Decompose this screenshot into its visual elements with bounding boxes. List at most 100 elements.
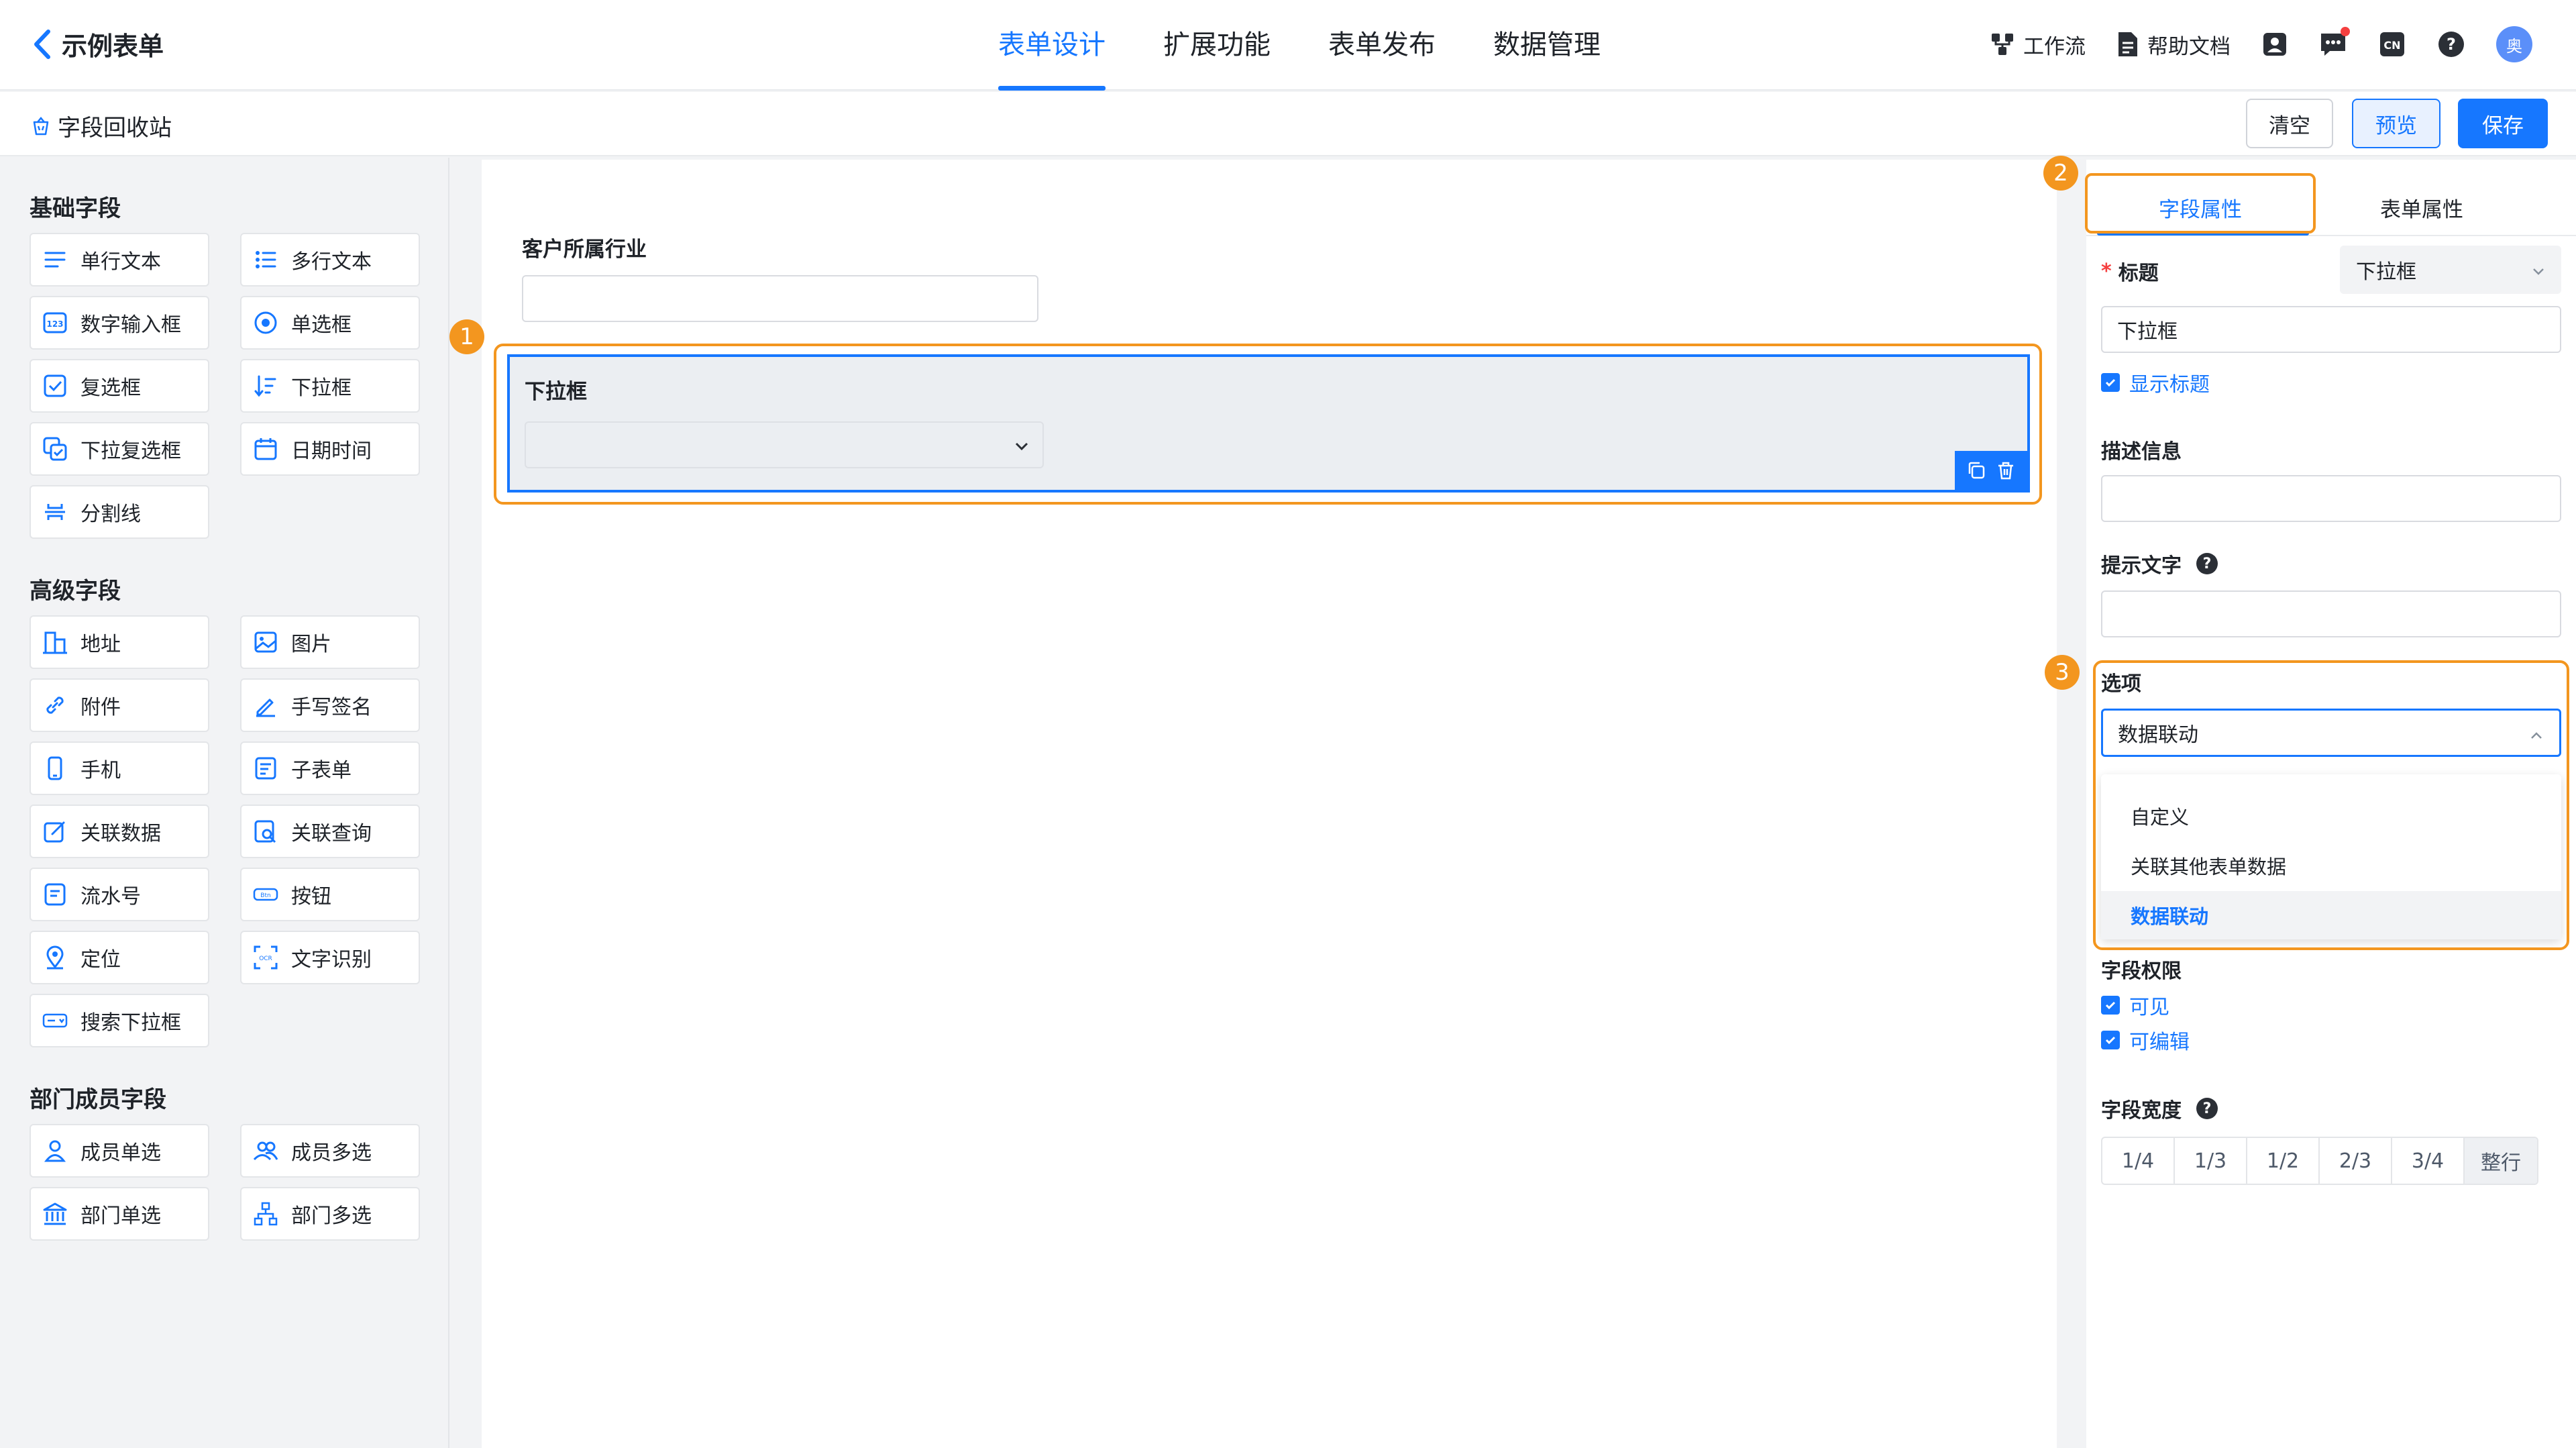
field-single-line-text[interactable]: 单行文本 bbox=[30, 233, 209, 287]
member-fields-title: 部门成员字段 bbox=[30, 1086, 166, 1113]
tab-publish[interactable]: 表单发布 bbox=[1328, 0, 1436, 91]
clear-button[interactable]: 清空 bbox=[2246, 99, 2333, 148]
field-image[interactable]: 图片 bbox=[240, 615, 420, 669]
field-member-multi[interactable]: 成员多选 bbox=[240, 1124, 420, 1178]
field-label: 成员多选 bbox=[291, 1141, 372, 1165]
tab-data-management[interactable]: 数据管理 bbox=[1493, 0, 1601, 91]
user-avatar[interactable]: 奥 bbox=[2496, 26, 2532, 62]
show-title-label: 显示标题 bbox=[2129, 373, 2210, 397]
tab-form-design[interactable]: 表单设计 bbox=[998, 0, 1106, 91]
field-checkbox[interactable]: 复选框 bbox=[30, 359, 209, 413]
svg-text:123: 123 bbox=[46, 319, 63, 329]
field-dropdown-checkbox[interactable]: 下拉复选框 bbox=[30, 422, 209, 476]
field-label: 按钮 bbox=[291, 885, 331, 909]
svg-text:?: ? bbox=[2447, 35, 2456, 54]
field-industry-input[interactable] bbox=[522, 275, 1038, 322]
field-label: 手写签名 bbox=[291, 696, 372, 719]
svg-text:OCR: OCR bbox=[259, 955, 272, 962]
width-option-2-3[interactable]: 2/3 bbox=[2320, 1138, 2392, 1184]
bullet-list-icon bbox=[256, 251, 276, 268]
callout-badge-3: 3 bbox=[2045, 655, 2080, 690]
field-datetime[interactable]: 日期时间 bbox=[240, 422, 420, 476]
field-department-multi[interactable]: 部门多选 bbox=[240, 1187, 420, 1241]
width-option-3-4[interactable]: 3/4 bbox=[2392, 1138, 2465, 1184]
field-label: 手机 bbox=[80, 759, 121, 782]
field-type-select[interactable]: 下拉框 bbox=[2340, 246, 2561, 294]
width-option-full-row[interactable]: 整行 bbox=[2465, 1138, 2537, 1184]
editable-checkbox[interactable]: 可编辑 bbox=[2101, 1025, 2190, 1055]
description-input[interactable] bbox=[2101, 475, 2561, 522]
contacts-button[interactable] bbox=[2261, 31, 2288, 58]
hint-input[interactable] bbox=[2101, 590, 2561, 637]
callout-badge-2: 2 bbox=[2043, 156, 2078, 191]
visible-checkbox[interactable]: 可见 bbox=[2101, 990, 2169, 1020]
field-department-single[interactable]: 部门单选 bbox=[30, 1187, 209, 1241]
image-icon bbox=[254, 631, 277, 653]
checkbox-checked bbox=[2101, 996, 2120, 1015]
field-member-single[interactable]: 成员单选 bbox=[30, 1124, 209, 1178]
field-label: 单行文本 bbox=[80, 250, 161, 274]
sort-list-icon bbox=[254, 375, 276, 397]
field-signature[interactable]: 手写签名 bbox=[240, 678, 420, 732]
help-icon: ? bbox=[2438, 32, 2464, 57]
required-mark: * bbox=[2101, 259, 2112, 283]
field-width-selector: 1/4 1/3 1/2 2/3 3/4 整行 bbox=[2101, 1137, 2538, 1185]
field-multi-line-text[interactable]: 多行文本 bbox=[240, 233, 420, 287]
users-icon bbox=[253, 1141, 278, 1161]
link-icon bbox=[46, 696, 64, 714]
field-radio[interactable]: 单选框 bbox=[240, 296, 420, 350]
divider-icon bbox=[45, 504, 65, 520]
preview-button[interactable]: 预览 bbox=[2352, 99, 2440, 148]
field-type-value: 下拉框 bbox=[2356, 260, 2416, 284]
field-location[interactable]: 定位 bbox=[30, 931, 209, 984]
button-icon: Btn bbox=[253, 888, 278, 901]
checkmark-icon bbox=[2105, 1036, 2116, 1045]
save-button[interactable]: 保存 bbox=[2458, 99, 2548, 148]
field-label: 图片 bbox=[291, 633, 331, 656]
question-icon[interactable]: ? bbox=[2196, 553, 2218, 574]
editable-label: 可编辑 bbox=[2129, 1031, 2190, 1054]
tab-form-properties[interactable]: 表单属性 bbox=[2314, 180, 2529, 235]
field-related-data[interactable]: 关联数据 bbox=[30, 805, 209, 858]
language-button[interactable]: CN bbox=[2378, 30, 2406, 58]
field-label: 附件 bbox=[80, 696, 121, 719]
department-icon bbox=[43, 1202, 67, 1225]
field-recycle-bin[interactable]: 字段回收站 bbox=[31, 109, 172, 142]
title-input[interactable]: 下拉框 bbox=[2101, 306, 2561, 353]
field-address[interactable]: 地址 bbox=[30, 615, 209, 669]
field-divider[interactable]: 分割线 bbox=[30, 485, 209, 539]
width-option-1-2[interactable]: 1/2 bbox=[2247, 1138, 2320, 1184]
field-palette: 基础字段 单行文本 多行文本 123 数字输入框 单选框 复选框 下拉框 下拉复… bbox=[0, 158, 449, 1448]
width-option-1-3[interactable]: 1/3 bbox=[2175, 1138, 2247, 1184]
show-title-checkbox[interactable]: 显示标题 bbox=[2101, 368, 2210, 397]
field-ocr[interactable]: OCR 文字识别 bbox=[240, 931, 420, 984]
mobile-phone-icon bbox=[48, 756, 62, 780]
field-mobile[interactable]: 手机 bbox=[30, 741, 209, 795]
top-right-tools: 工作流 帮助文档 CN ? 奥 bbox=[1990, 24, 2532, 64]
field-dropdown[interactable]: 下拉框 bbox=[240, 359, 420, 413]
width-option-1-4[interactable]: 1/4 bbox=[2102, 1138, 2175, 1184]
visible-label: 可见 bbox=[2129, 996, 2169, 1019]
messages-button[interactable] bbox=[2319, 27, 2350, 58]
callout-frame-1 bbox=[494, 344, 2042, 505]
workflow-link[interactable]: 工作流 bbox=[1990, 30, 2086, 60]
field-label: 流水号 bbox=[80, 885, 141, 909]
field-label: 地址 bbox=[80, 633, 121, 656]
chevron-left-icon bbox=[34, 29, 50, 59]
back-button[interactable]: 示例表单 bbox=[32, 25, 164, 62]
tab-extensions[interactable]: 扩展功能 bbox=[1163, 0, 1271, 91]
field-related-query[interactable]: 关联查询 bbox=[240, 805, 420, 858]
help-docs-link[interactable]: 帮助文档 bbox=[2116, 30, 2231, 60]
workflow-icon bbox=[1992, 34, 2013, 55]
field-search-dropdown[interactable]: 搜索下拉框 bbox=[30, 994, 209, 1047]
field-attachment[interactable]: 附件 bbox=[30, 678, 209, 732]
field-subform[interactable]: 子表单 bbox=[240, 741, 420, 795]
help-button[interactable]: ? bbox=[2437, 30, 2465, 58]
question-icon[interactable]: ? bbox=[2196, 1098, 2218, 1119]
radio-icon bbox=[254, 311, 277, 334]
main-nav: 表单设计 扩展功能 表单发布 数据管理 bbox=[998, 0, 1658, 91]
field-button[interactable]: Btn 按钮 bbox=[240, 868, 420, 921]
field-label: 关联数据 bbox=[80, 822, 161, 845]
field-serial-number[interactable]: 流水号 bbox=[30, 868, 209, 921]
field-number-input[interactable]: 123 数字输入框 bbox=[30, 296, 209, 350]
